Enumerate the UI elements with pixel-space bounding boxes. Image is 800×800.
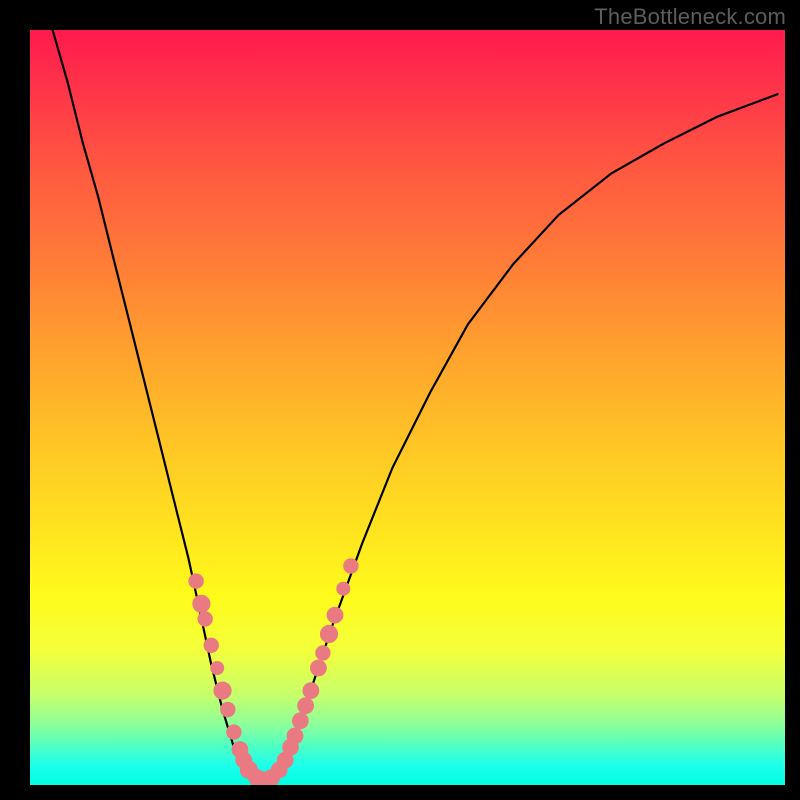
chart-frame: TheBottleneck.com — [0, 0, 800, 800]
marker-dot — [292, 712, 309, 729]
marker-dot — [320, 625, 338, 643]
curve-overlay — [30, 30, 785, 785]
bottleneck-curve — [53, 30, 778, 783]
marker-dot — [220, 702, 235, 717]
marker-dot — [343, 558, 358, 573]
marker-dot — [303, 682, 320, 699]
marker-dot — [310, 660, 327, 677]
marker-group — [188, 558, 358, 785]
plot-area — [30, 30, 785, 785]
marker-dot — [327, 607, 344, 624]
marker-dot — [287, 728, 304, 745]
marker-dot — [198, 611, 213, 626]
marker-dot — [188, 573, 203, 588]
watermark-text: TheBottleneck.com — [594, 4, 786, 30]
marker-dot — [210, 661, 224, 675]
marker-dot — [204, 638, 219, 653]
marker-dot — [213, 682, 231, 700]
marker-dot — [315, 645, 330, 660]
marker-dot — [297, 697, 314, 714]
marker-dot — [192, 595, 210, 613]
marker-dot — [226, 724, 241, 739]
marker-dot — [336, 582, 350, 596]
